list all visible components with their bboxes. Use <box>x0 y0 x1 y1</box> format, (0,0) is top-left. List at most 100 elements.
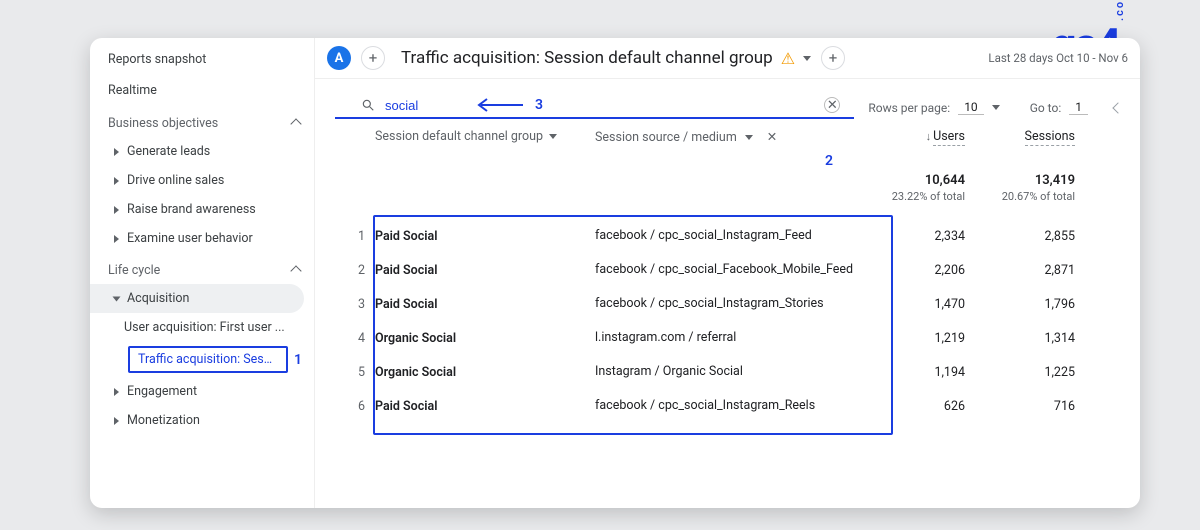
chevron-down-icon[interactable] <box>992 105 1000 110</box>
cell-users: 2,334 <box>855 229 965 244</box>
total-sessions-value: 13,419 <box>965 173 1075 190</box>
sidebar-item-label: Realtime <box>108 83 157 98</box>
sidebar-group-life-cycle[interactable]: Life cycle <box>90 253 314 284</box>
cell-channel-group: Paid Social <box>375 297 595 312</box>
column-header-sessions[interactable]: Sessions <box>965 129 1075 144</box>
cell-users: 1,470 <box>855 297 965 312</box>
cell-users: 1,194 <box>855 365 965 380</box>
triangle-icon <box>114 148 119 156</box>
sidebar-item-label: Raise brand awareness <box>127 202 256 217</box>
sidebar-group-business-objectives[interactable]: Business objectives <box>90 106 314 137</box>
sidebar-item-raise-brand-awareness[interactable]: Raise brand awareness <box>90 195 314 224</box>
avatar[interactable]: A <box>327 46 351 70</box>
table-row[interactable]: 2Paid Socialfacebook / cpc_social_Facebo… <box>335 253 1126 287</box>
column-header-users[interactable]: ↓Users <box>855 129 965 144</box>
sidebar-item-label: Reports snapshot <box>108 52 206 67</box>
column-header-dim1[interactable]: Session default channel group <box>375 129 595 144</box>
add-comparison-button[interactable]: + <box>361 46 385 70</box>
triangle-icon <box>114 417 119 425</box>
warning-icon[interactable]: ⚠ <box>781 49 795 68</box>
row-index: 3 <box>341 297 375 312</box>
cell-source-medium: Instagram / Organic Social <box>595 364 855 380</box>
cell-sessions: 1,225 <box>965 365 1075 380</box>
sidebar-item-user-acquisition[interactable]: User acquisition: First user ... <box>90 313 314 342</box>
row-index: 2 <box>341 263 375 278</box>
data-table: Session default channel group Session so… <box>315 119 1140 212</box>
app-window: Reports snapshot Realtime Business objec… <box>90 38 1140 508</box>
cell-source-medium: facebook / cpc_social_Instagram_Feed <box>595 228 855 244</box>
triangle-icon <box>114 206 119 214</box>
sidebar-group-label: Business objectives <box>108 116 218 131</box>
callout-number-3: 3 <box>535 97 543 113</box>
table-row[interactable]: 3Paid Socialfacebook / cpc_social_Instag… <box>335 287 1126 321</box>
table-row[interactable]: 6Paid Socialfacebook / cpc_social_Instag… <box>335 389 1126 423</box>
sidebar-item-label: Generate leads <box>127 144 210 159</box>
cell-sessions: 2,871 <box>965 263 1075 278</box>
sidebar-item-label: Monetization <box>127 413 200 428</box>
cell-users: 626 <box>855 399 965 414</box>
cell-channel-group: Paid Social <box>375 229 595 244</box>
sidebar-item-realtime[interactable]: Realtime <box>90 75 314 106</box>
sidebar-item-traffic-acquisition[interactable]: Traffic acquisition: Session... <box>128 346 288 373</box>
search-input[interactable] <box>385 98 465 113</box>
table-row[interactable]: 4Organic Sociall.instagram.com / referra… <box>335 321 1126 355</box>
cell-sessions: 1,796 <box>965 297 1075 312</box>
cell-channel-group: Organic Social <box>375 331 595 346</box>
pagination-controls: Rows per page: 10 Go to: 1 <box>868 94 1140 119</box>
page-title: Traffic acquisition: Session default cha… <box>401 48 811 68</box>
table-row[interactable]: 5Organic SocialInstagram / Organic Socia… <box>335 355 1126 389</box>
row-index: 4 <box>341 331 375 346</box>
rows-per-page-label: Rows per page: <box>868 101 950 115</box>
sidebar-group-label: Life cycle <box>108 263 160 278</box>
sidebar-item-label: User acquisition: First user ... <box>124 320 285 335</box>
search-filter-bar: 3 ✕ <box>335 91 854 119</box>
chevron-up-icon <box>290 118 301 129</box>
chevron-down-icon <box>549 134 557 139</box>
sort-desc-icon: ↓ <box>926 130 932 143</box>
cell-sessions: 2,855 <box>965 229 1075 244</box>
sidebar-item-reports-snapshot[interactable]: Reports snapshot <box>90 38 314 75</box>
cell-sessions: 716 <box>965 399 1075 414</box>
arrow-left-icon <box>475 98 525 112</box>
total-sessions-pct: 20.67% of total <box>965 190 1075 204</box>
sidebar-item-label: Examine user behavior <box>127 231 253 246</box>
sidebar-item-monetization[interactable]: Monetization <box>90 406 314 435</box>
cell-source-medium: l.instagram.com / referral <box>595 330 855 346</box>
callout-number-2: 2 <box>825 153 833 169</box>
sidebar-item-acquisition[interactable]: Acquisition <box>90 284 304 313</box>
sidebar-item-generate-leads[interactable]: Generate leads <box>90 137 314 166</box>
row-index: 5 <box>341 365 375 380</box>
chevron-down-icon <box>745 135 753 140</box>
table-row[interactable]: 1Paid Socialfacebook / cpc_social_Instag… <box>335 219 1126 253</box>
cell-channel-group: Paid Social <box>375 399 595 414</box>
sidebar-item-label: Engagement <box>127 384 197 399</box>
chevron-down-icon[interactable] <box>803 56 811 61</box>
prev-page-button[interactable] <box>1112 102 1123 113</box>
row-index: 6 <box>341 399 375 414</box>
clear-search-button[interactable]: ✕ <box>824 97 840 113</box>
goto-label: Go to: <box>1030 101 1062 115</box>
goto-page-input[interactable]: 1 <box>1069 100 1088 115</box>
sidebar-item-label: Acquisition <box>127 291 189 306</box>
remove-dimension-button[interactable]: ✕ <box>767 129 777 145</box>
total-users-pct: 23.22% of total <box>855 190 965 204</box>
cell-source-medium: facebook / cpc_social_Facebook_Mobile_Fe… <box>595 262 855 278</box>
sidebar-item-engagement[interactable]: Engagement <box>90 377 314 406</box>
customize-report-button[interactable]: + <box>821 46 845 70</box>
column-header-dim2[interactable]: Session source / medium ✕ <box>595 129 855 145</box>
cell-channel-group: Paid Social <box>375 263 595 278</box>
cell-source-medium: facebook / cpc_social_Instagram_Reels <box>595 398 855 414</box>
total-users-value: 10,644 <box>855 173 965 190</box>
search-icon <box>361 98 375 112</box>
main-panel: A + Traffic acquisition: Session default… <box>315 38 1140 508</box>
rows-per-page-select[interactable]: 10 <box>958 100 984 115</box>
sidebar-item-examine-user-behavior[interactable]: Examine user behavior <box>90 224 314 253</box>
triangle-down-icon <box>113 296 121 301</box>
date-range-picker[interactable]: Last 28 days Oct 10 - Nov 6 <box>988 51 1128 65</box>
cell-source-medium: facebook / cpc_social_Instagram_Stories <box>595 296 855 312</box>
triangle-icon <box>114 235 119 243</box>
triangle-icon <box>114 177 119 185</box>
sidebar: Reports snapshot Realtime Business objec… <box>90 38 315 508</box>
callout-number-1: 1 <box>294 352 302 368</box>
sidebar-item-drive-online-sales[interactable]: Drive online sales <box>90 166 314 195</box>
